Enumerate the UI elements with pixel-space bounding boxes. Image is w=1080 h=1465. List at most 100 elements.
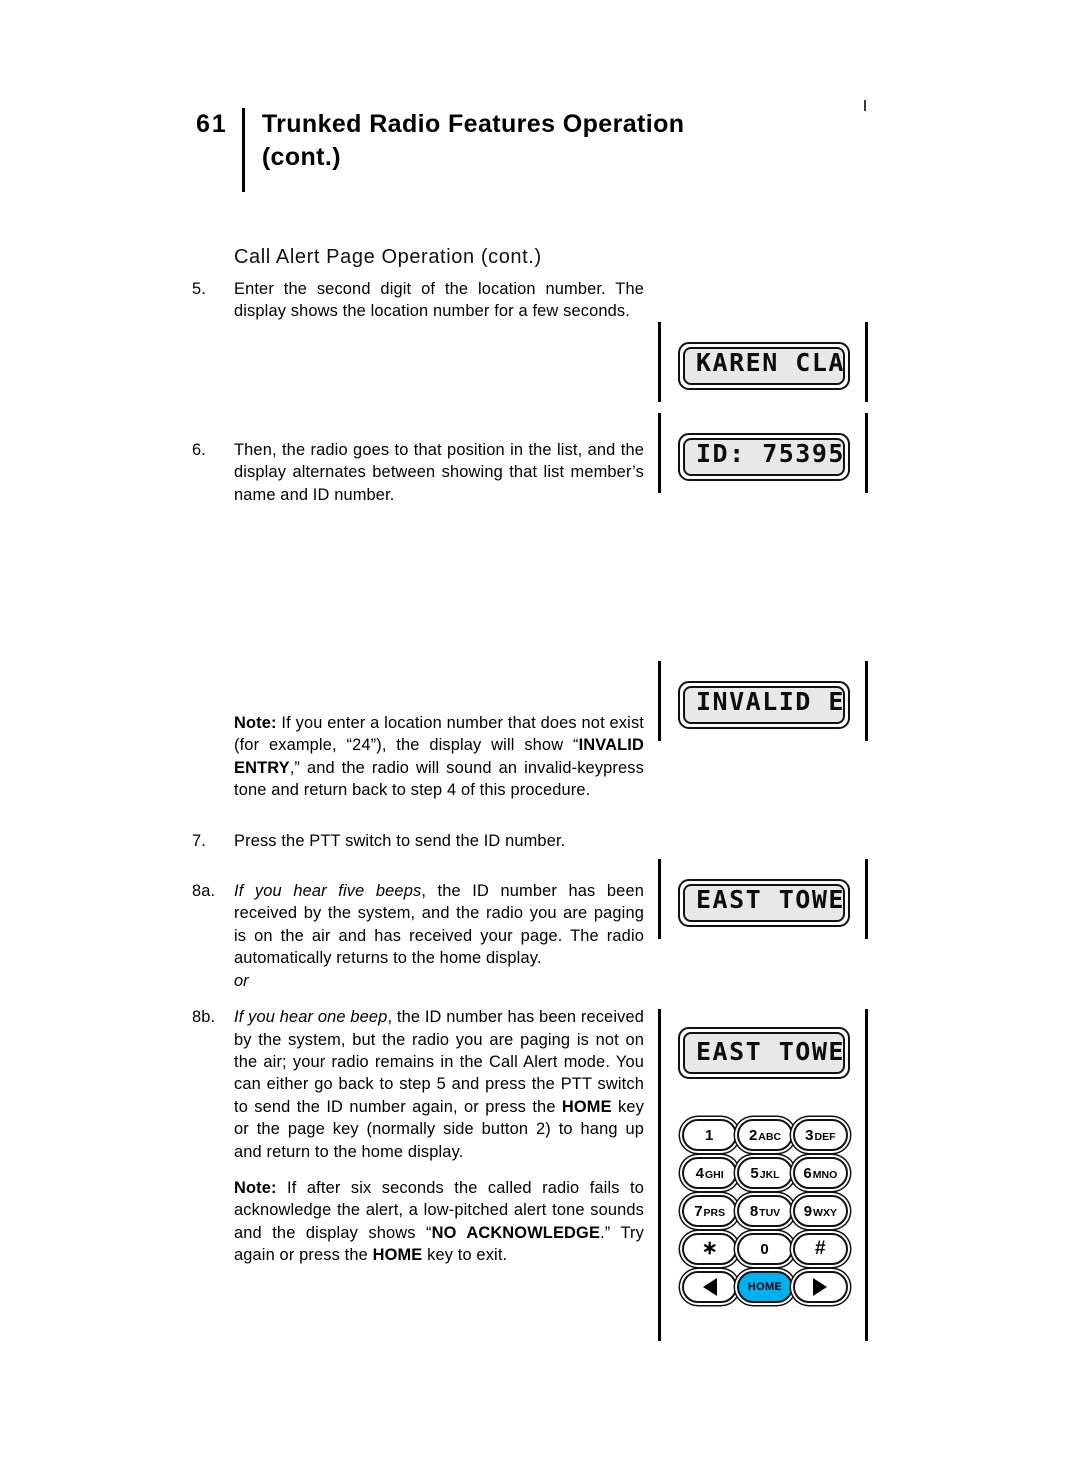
key-nav-right[interactable] <box>792 1271 848 1303</box>
figure-bracket-left <box>658 859 661 939</box>
key-digit: 7 <box>694 1202 703 1220</box>
key-letters: PRS <box>703 1206 726 1219</box>
note-no-acknowledge-text: Note: If after six seconds the called ra… <box>234 1177 644 1267</box>
step-7: 7. Press the PTT switch to send the ID n… <box>192 830 644 852</box>
step-8b-home-key: HOME <box>561 1097 612 1116</box>
key-digit: 4 <box>695 1164 704 1182</box>
key-letters: DEF <box>814 1130 836 1143</box>
key-home-label: HOME <box>747 1281 783 1293</box>
key-letters: ABC <box>758 1130 782 1143</box>
key-digit: 0 <box>760 1240 769 1258</box>
lcd-text: KAREN CLARK <box>696 348 845 377</box>
key-5[interactable]: 5 JKL <box>737 1157 793 1189</box>
step-5: 5. Enter the second digit of the locatio… <box>192 278 644 323</box>
left-arrow-icon <box>702 1278 717 1296</box>
key-6-label: 6 MNO <box>803 1166 837 1181</box>
key-digit: 5 <box>750 1164 759 1182</box>
note-label: Note: <box>234 1178 277 1197</box>
step-6-number: 6. <box>192 440 206 459</box>
note-emphasis: NO ACKNOWLEDGE <box>431 1223 601 1242</box>
section-heading: Call Alert Page Operation (cont.) <box>234 246 542 268</box>
lcd-screen: EAST TOWER 1 <box>678 1027 850 1079</box>
key-letters: MNO <box>812 1168 838 1181</box>
lcd-text: EAST TOWER 1 <box>696 885 845 914</box>
step-8b-text: If you hear one beep, the ID number has … <box>234 1006 644 1163</box>
note-label: Note: <box>234 714 277 733</box>
step-8a-number: 8a. <box>192 882 216 901</box>
step-7-number: 7. <box>192 831 206 850</box>
key-digit: 9 <box>803 1202 813 1220</box>
key-letters: GHI <box>705 1168 724 1181</box>
page-corner-tick-mark <box>864 100 866 111</box>
key-nav-left[interactable] <box>682 1271 738 1303</box>
key-star-label: ∗ <box>701 1237 718 1259</box>
or-connector: or <box>234 971 249 990</box>
lcd-screen: ID: 753951 <box>678 433 850 481</box>
key-7[interactable]: 7 PRS <box>682 1195 738 1227</box>
keypad-row-4: ∗ 0 # <box>682 1233 848 1265</box>
lcd-text: ID: 753951 <box>696 439 845 468</box>
page-header: 61 Trunked Radio Features Operation (con… <box>196 108 684 192</box>
key-7-label: 7 PRS <box>694 1204 725 1219</box>
figure-display-id-number: ID: 753951 <box>658 413 868 493</box>
key-letters: TUV <box>759 1206 781 1219</box>
figure-bracket-left <box>658 661 661 741</box>
keypad-row-1: 1 2 ABC 3 DEF <box>682 1119 848 1151</box>
body-text-column: 5. Enter the second digit of the locatio… <box>192 278 644 1267</box>
step-8b-italic: If you hear one beep <box>234 1008 388 1027</box>
step-7-text: Press the PTT switch to send the ID numb… <box>234 831 566 850</box>
key-0[interactable]: 0 <box>737 1233 793 1265</box>
key-home[interactable]: HOME <box>737 1271 793 1303</box>
key-5-label: 5 JKL <box>750 1166 779 1181</box>
figure-bracket-right <box>865 1009 868 1341</box>
note-invalid-entry-text: Note: If you enter a location number tha… <box>234 712 644 802</box>
figure-bracket-right <box>865 413 868 493</box>
key-3[interactable]: 3 DEF <box>792 1119 848 1151</box>
key-1-label: 1 <box>705 1128 714 1143</box>
document-page: 61 Trunked Radio Features Operation (con… <box>0 0 1080 1465</box>
note-no-acknowledge: Note: If after six seconds the called ra… <box>192 1177 644 1267</box>
step-5-text: Enter the second digit of the location n… <box>234 280 644 321</box>
key-8-label: 8 TUV <box>750 1204 780 1219</box>
right-arrow-icon <box>813 1278 828 1296</box>
key-8[interactable]: 8 TUV <box>737 1195 793 1227</box>
key-9-label: 9 WXY <box>804 1204 837 1219</box>
figure-bracket-left <box>658 322 661 402</box>
figure-display-invalid-entry: INVALID ENTRY <box>658 661 868 741</box>
step-8b-number: 8b. <box>192 1008 216 1027</box>
key-2[interactable]: 2 ABC <box>737 1119 793 1151</box>
lcd-inner-bezel: ID: 753951 <box>683 438 845 476</box>
figure-bracket-left <box>658 1009 661 1341</box>
key-6[interactable]: 6 MNO <box>792 1157 848 1189</box>
key-2-label: 2 ABC <box>749 1128 781 1143</box>
key-pound[interactable]: # <box>792 1233 848 1265</box>
step-6: 6. Then, the radio goes to that position… <box>192 439 644 506</box>
lcd-screen: KAREN CLARK <box>678 342 850 390</box>
key-star[interactable]: ∗ <box>682 1233 738 1265</box>
step-5-number: 5. <box>192 280 206 298</box>
key-letters: JKL <box>759 1168 780 1181</box>
lcd-inner-bezel: EAST TOWER 1 <box>683 884 845 922</box>
lcd-inner-bezel: INVALID ENTRY <box>683 686 845 724</box>
key-digit: 6 <box>803 1164 812 1182</box>
key-digit: 1 <box>704 1126 714 1144</box>
key-digit: 8 <box>749 1202 759 1220</box>
key-4[interactable]: 4 GHI <box>682 1157 738 1189</box>
key-9[interactable]: 9 WXY <box>792 1195 848 1227</box>
figure-display-east-tower-home: EAST TOWER 1 <box>658 859 868 939</box>
key-pound-label: # <box>815 1237 826 1259</box>
keypad: 1 2 ABC 3 DEF 4 GHI 5 JKL 6 MNO 7 PRS 8 TUV 9 WX… <box>682 1119 848 1309</box>
step-8a: 8a. If you hear five beeps, the ID numbe… <box>192 880 644 970</box>
page-title-line1: Trunked Radio Features Operation <box>261 110 685 138</box>
key-3-label: 3 DEF <box>805 1128 835 1143</box>
note-part3: key to exit. <box>422 1246 508 1265</box>
key-4-label: 4 GHI <box>696 1166 724 1181</box>
step-8a-italic: If you hear five beeps <box>234 882 422 901</box>
key-1[interactable]: 1 <box>682 1119 738 1151</box>
key-digit: 2 <box>748 1126 758 1144</box>
